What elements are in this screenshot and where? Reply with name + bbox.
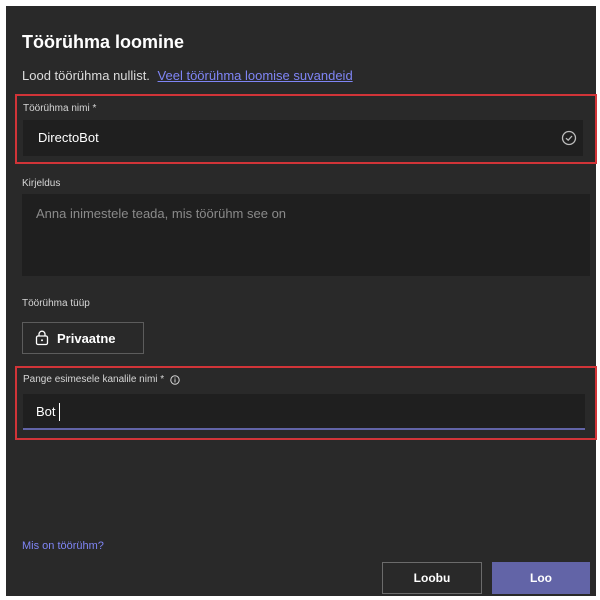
dialog-subtitle: Lood töörühma nullist. Veel töörühma loo… [22, 68, 353, 83]
privacy-dropdown-button[interactable]: Privaatne [22, 322, 144, 354]
subtitle-text: Lood töörühma nullist. [22, 68, 150, 83]
cancel-button[interactable]: Loobu [382, 562, 482, 594]
dialog-title: Töörühma loomine [22, 32, 184, 52]
info-icon[interactable] [170, 374, 180, 385]
description-textarea[interactable]: Anna inimestele teada, mis töörühm see o… [22, 194, 590, 276]
what-is-team-link[interactable]: Mis on töörühm? [22, 540, 104, 552]
privacy-value: Privaatne [57, 330, 116, 346]
check-circle-icon [561, 130, 577, 146]
create-team-dialog: Töörühma loomine Lood töörühma nullist. … [6, 6, 597, 596]
team-name-label: Töörühma nimi * [23, 103, 97, 114]
description-label: Kirjeldus [22, 178, 61, 189]
channel-name-input[interactable]: Bot [23, 394, 585, 430]
team-name-value: DirectoBot [38, 130, 99, 145]
description-placeholder: Anna inimestele teada, mis töörühm see o… [36, 206, 287, 221]
team-name-input[interactable]: DirectoBot [23, 120, 583, 156]
channel-name-label: Pange esimesele kanalile nimi * [23, 374, 180, 385]
create-button[interactable]: Loo [492, 562, 590, 594]
channel-name-value: Bot [36, 404, 56, 419]
channel-name-label-text: Pange esimesele kanalile nimi * [23, 374, 165, 385]
lock-icon [35, 330, 49, 346]
text-cursor [59, 403, 60, 421]
team-type-label: Töörühma tüüp [22, 298, 90, 309]
more-options-link[interactable]: Veel töörühma loomise suvandeid [158, 68, 353, 83]
